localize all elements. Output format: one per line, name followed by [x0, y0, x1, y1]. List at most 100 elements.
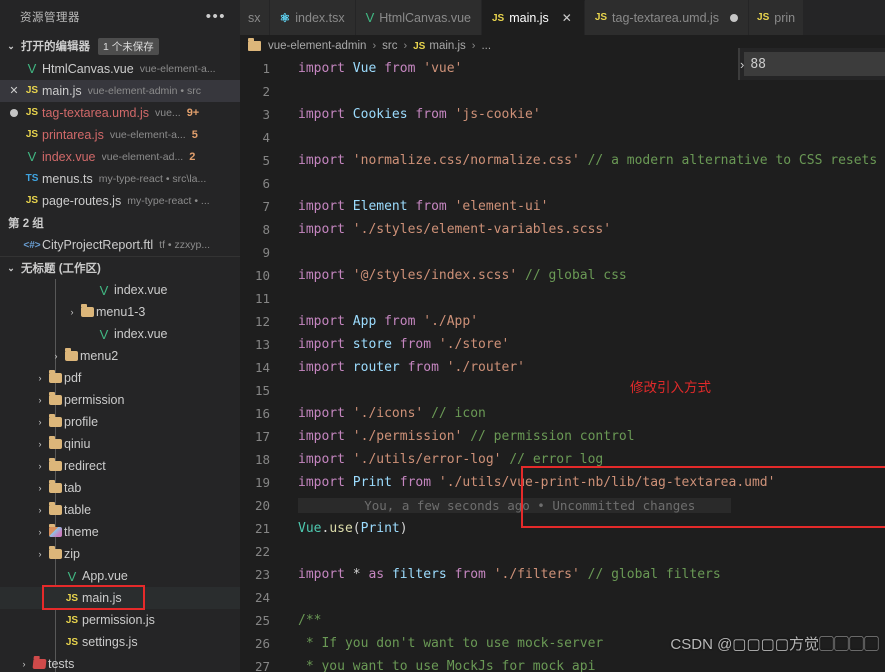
editor-tab[interactable]: JS tag-textarea.umd.js: [584, 0, 750, 35]
tree-file-row[interactable]: JS settings.js: [0, 631, 240, 653]
open-editor-item[interactable]: JS page-routes.js my-type-react • ...: [0, 190, 240, 212]
js-icon: JS: [65, 592, 79, 604]
close-icon[interactable]: ✕: [6, 84, 22, 97]
breadcrumb-file[interactable]: main.js: [429, 40, 465, 52]
more-actions-icon[interactable]: •••: [206, 9, 230, 24]
tree-folder-row[interactable]: › profile: [0, 411, 240, 433]
editor-tab[interactable]: JS main.js ✕: [481, 0, 585, 35]
chevron-right-icon[interactable]: ›: [34, 483, 46, 493]
tree-folder-row[interactable]: › tab: [0, 477, 240, 499]
code-token: import: [298, 567, 345, 582]
tree-folder-row[interactable]: › menu2: [0, 345, 240, 367]
chevron-right-icon[interactable]: ›: [34, 373, 46, 383]
open-editor-item[interactable]: ✕ JS main.js vue-element-admin • src: [0, 79, 240, 102]
code-line[interactable]: 19 import Print from './utils/vue-print-n…: [240, 471, 885, 494]
open-editor-item[interactable]: TS menus.ts my-type-react • src\la...: [0, 168, 240, 190]
code-token: Cookies: [352, 107, 408, 122]
chevron-right-icon[interactable]: ›: [34, 549, 46, 559]
tree-folder-row[interactable]: › permission: [0, 389, 240, 411]
tree-folder-row[interactable]: › menu1-3: [0, 301, 240, 323]
code-line[interactable]: 23 import * as filters from './filters' /…: [240, 563, 885, 586]
code-line[interactable]: 9: [240, 241, 885, 264]
tree-file-row[interactable]: JS permission.js: [0, 609, 240, 631]
code-token: filters: [391, 567, 447, 582]
code-line[interactable]: 22: [240, 540, 885, 563]
open-editors-section-header[interactable]: ⌄ 打开的编辑器 1 个未保存: [0, 35, 240, 58]
chevron-right-icon[interactable]: ›: [34, 527, 46, 537]
code-line[interactable]: 11: [240, 287, 885, 310]
breadcrumb-folder[interactable]: src: [382, 40, 397, 52]
code-line[interactable]: 4: [240, 126, 885, 149]
chevron-right-icon[interactable]: ›: [34, 417, 46, 427]
workspace-label: 无标题 (工作区): [21, 263, 101, 276]
tree-folder-row[interactable]: › table: [0, 499, 240, 521]
tree-item-label: table: [64, 503, 92, 518]
code-line[interactable]: 14 import router from './router': [240, 356, 885, 379]
folder-icon: [62, 348, 80, 362]
code-text: import './utils/error-log' // error log: [288, 448, 603, 471]
code-editor[interactable]: 1 import Vue from 'vue' 2 3 import Cookies f…: [240, 57, 885, 672]
code-line[interactable]: 15: [240, 379, 885, 402]
open-editor-item[interactable]: Vindex.vue vue-element-ad... 2: [0, 146, 240, 168]
tree-file-row[interactable]: JS main.js: [0, 587, 240, 610]
code-line[interactable]: 24: [240, 586, 885, 609]
breadcrumb-separator-icon: ›: [372, 40, 377, 52]
open-editor-item[interactable]: V HtmlCanvas.vue vue-element-a...: [0, 58, 240, 80]
editor-tab[interactable]: V HtmlCanvas.vue: [355, 0, 482, 35]
code-text: import Element from 'element-ui': [288, 195, 548, 218]
tree-file-row[interactable]: Vindex.vue: [0, 323, 240, 345]
tree-folder-row[interactable]: › pdf: [0, 367, 240, 389]
group2-item[interactable]: <#> CityProjectReport.ftl tf • zzxyp...: [0, 234, 240, 256]
code-line[interactable]: 21 Vue.use(Print): [240, 517, 885, 540]
code-line[interactable]: 18 import './utils/error-log' // error lo…: [240, 448, 885, 471]
open-editor-item[interactable]: JS printarea.js vue-element-a... 5: [0, 124, 240, 146]
code-line[interactable]: 12 import App from './App': [240, 310, 885, 333]
code-line[interactable]: 2: [240, 80, 885, 103]
code-token: './styles/element-variables.scss': [352, 222, 612, 237]
tree-folder-row[interactable]: › tests: [0, 653, 240, 672]
file-tree[interactable]: Vindex.vue › menu1-3 Vindex.vue › menu2 › pdf › p…: [0, 279, 240, 672]
editor-tab[interactable]: JS prin: [749, 0, 805, 35]
find-widget[interactable]: ›: [738, 48, 885, 80]
breadcrumb-project[interactable]: vue-element-admin: [268, 40, 366, 52]
code-line[interactable]: 6: [240, 172, 885, 195]
code-line[interactable]: 20 You, a few seconds ago • Uncommitted …: [240, 494, 885, 517]
code-line[interactable]: 25 /**: [240, 609, 885, 632]
chevron-right-icon[interactable]: ›: [34, 505, 46, 515]
chevron-right-icon[interactable]: ›: [50, 351, 62, 361]
unsaved-dot-icon[interactable]: [730, 13, 739, 22]
code-line[interactable]: 8 import './styles/element-variables.scss…: [240, 218, 885, 241]
code-line[interactable]: 13 import store from './store': [240, 333, 885, 356]
breadcrumb-ellipsis[interactable]: ...: [481, 40, 491, 52]
code-line[interactable]: 3 import Cookies from 'js-cookie': [240, 103, 885, 126]
vue-icon: V: [27, 61, 37, 77]
chevron-right-icon[interactable]: ›: [34, 395, 46, 405]
code-token: import: [298, 406, 345, 421]
code-line[interactable]: 16 import './icons' // icon: [240, 402, 885, 425]
unsaved-dot-icon[interactable]: [6, 108, 22, 117]
code-line[interactable]: 27 * you want to use MockJs for mock api: [240, 655, 885, 672]
group2-section-header[interactable]: 第 2 组: [0, 212, 240, 235]
workspace-section-header[interactable]: ⌄ 无标题 (工作区): [0, 256, 240, 279]
open-editor-item[interactable]: JS tag-textarea.umd.js vue... 9+: [0, 102, 240, 124]
tree-item-label: menu1-3: [96, 305, 146, 320]
code-line[interactable]: 7 import Element from 'element-ui': [240, 195, 885, 218]
chevron-right-icon[interactable]: ›: [34, 439, 46, 449]
tree-file-row[interactable]: Vindex.vue: [0, 279, 240, 301]
editor-tab[interactable]: ⚛ index.tsx: [269, 0, 356, 35]
chevron-right-icon[interactable]: ›: [18, 659, 30, 669]
code-line[interactable]: 10 import '@/styles/index.scss' // global…: [240, 264, 885, 287]
code-line[interactable]: 5 import 'normalize.css/normalize.css' //…: [240, 149, 885, 172]
tree-file-row[interactable]: V App.vue: [0, 565, 240, 587]
close-icon[interactable]: ✕: [560, 11, 574, 25]
tree-folder-row[interactable]: › zip: [0, 543, 240, 565]
tree-folder-row[interactable]: › redirect: [0, 455, 240, 477]
chevron-right-icon[interactable]: ›: [34, 461, 46, 471]
tree-folder-row[interactable]: › theme: [0, 521, 240, 543]
folder-icon: [46, 414, 64, 428]
editor-tab[interactable]: sx: [240, 0, 270, 35]
code-line[interactable]: 17 import './permission' // permission co…: [240, 425, 885, 448]
tree-folder-row[interactable]: › qiniu: [0, 433, 240, 455]
chevron-right-icon[interactable]: ›: [66, 307, 78, 317]
find-input[interactable]: [744, 52, 885, 76]
